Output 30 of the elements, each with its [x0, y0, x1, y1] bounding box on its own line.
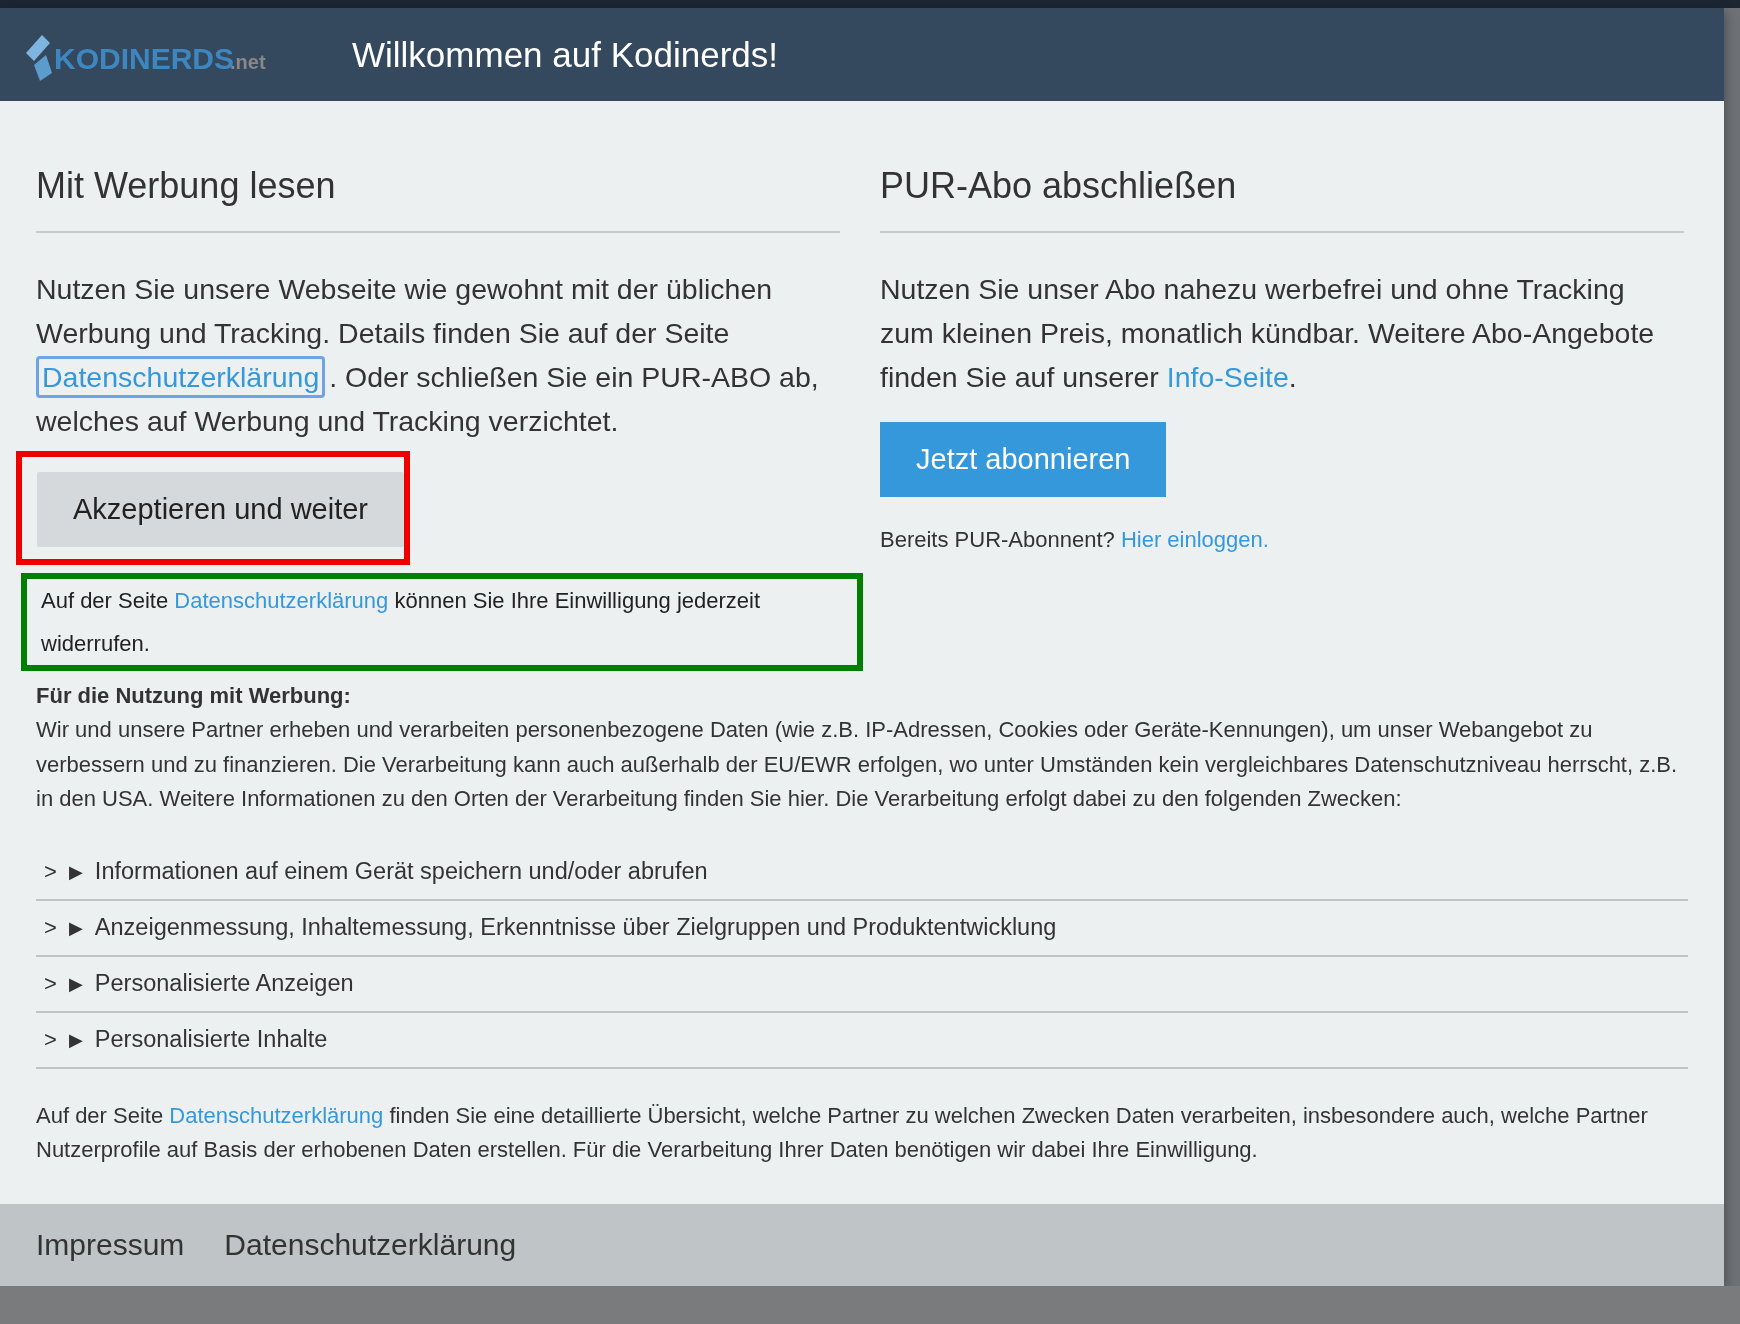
site-logo: KODINERDS.net	[20, 24, 282, 85]
footer-link[interactable]: Datenschutzerklärung	[224, 1227, 517, 1262]
login-prompt: Bereits PUR-Abonnent? Hier einloggen.	[880, 527, 1270, 553]
triangle-icon: ▶	[68, 972, 83, 995]
chevron-icon: >	[44, 1026, 57, 1053]
triangle-icon: ▶	[68, 860, 83, 883]
revoke-note: Auf der Seite Datenschutzerklärung können Sie Ihre Einwilligung jederzeit widerrufen.	[40, 587, 762, 658]
chevron-icon: >	[44, 858, 57, 885]
purpose-item[interactable]: > ▶ Personalisierte Inhalte	[36, 1012, 1688, 1069]
chevron-icon: >	[44, 914, 57, 941]
section-heading: Mit Werbung lesen	[36, 137, 840, 233]
purpose-item[interactable]: > ▶ Personalisierte Anzeigen	[36, 956, 1688, 1013]
usage-title: Für die Nutzung mit Werbung:	[36, 682, 352, 710]
intro-paragraph: Nutzen Sie unser Abo nahezu werbefrei und ohne Tracking zum kleinen Preis, monatlich kündbar. Weitere Abo-Angebote finden Sie auf unserer Info-Seite.	[880, 272, 1656, 395]
purpose-item[interactable]: > ▶ Anzeigenmessung, Inhaltemessung, Erkenntnisse über Zielgruppen und Produktentwicklung	[36, 900, 1688, 957]
triangle-icon: ▶	[68, 916, 83, 939]
chevron-icon: >	[44, 970, 57, 997]
triangle-icon: ▶	[68, 1028, 83, 1051]
intro-paragraph: Nutzen Sie unsere Webseite wie gewohnt mit der üblichen Werbung und Tracking. Details finden Sie auf der Seite Datenschutzerklärung . Oder schließen Sie ein PUR-ABO ab, welches auf Werbung und Tracking verzichtet.	[36, 272, 820, 439]
purpose-label: Personalisierte Anzeigen	[94, 970, 354, 997]
purpose-label: Anzeigenmessung, Inhaltemessung, Erkenntnisse über Zielgruppen und Produktentwicklung	[94, 914, 1057, 941]
footer-link[interactable]: Impressum	[36, 1227, 185, 1262]
accept-button[interactable]: Akzeptieren und weiter	[37, 472, 404, 547]
dialog-title: Willkommen auf Kodinerds!	[352, 34, 778, 75]
purpose-label: Informationen auf einem Gerät speichern und/oder abrufen	[94, 858, 708, 885]
usage-text: Wir und unsere Partner erheben und verarbeiten personenbezogene Daten (wie z.B. IP-Adressen, Cookies oder Geräte-Kennungen), um unser Webangebot zu verbessern und zu finanzieren. Die Verarbeitung kann auch außerhalb der EU/EWR erfolgen, wo unter Umständen kein vergleichbares Datenschutzniveau herrscht, z.B. in den USA. Weitere Informationen zu den Orten der Verarbeitung finden Sie hier. Die Verarbeitung erfolgt dabei zu den folgenden Zwecken:	[36, 716, 1679, 813]
details-text: Auf der Seite Datenschutzerklärung finden Sie eine detaillierte Übersicht, welche Partner zu welchen Zwecken Daten verarbeiten, insbesondere auch, welche Partner Nutzerprofile auf Basis der erhobenen Daten erstellen. Für die Verarbeitung Ihrer Daten benötigen wir dabei Ihre Einwilligung.	[36, 1101, 1649, 1164]
purpose-label: Personalisierte Inhalte	[94, 1026, 328, 1053]
section-heading: PUR-Abo abschließen	[880, 137, 1684, 233]
purpose-item[interactable]: > ▶ Informationen auf einem Gerät speichern und/oder abrufen	[36, 844, 1688, 901]
